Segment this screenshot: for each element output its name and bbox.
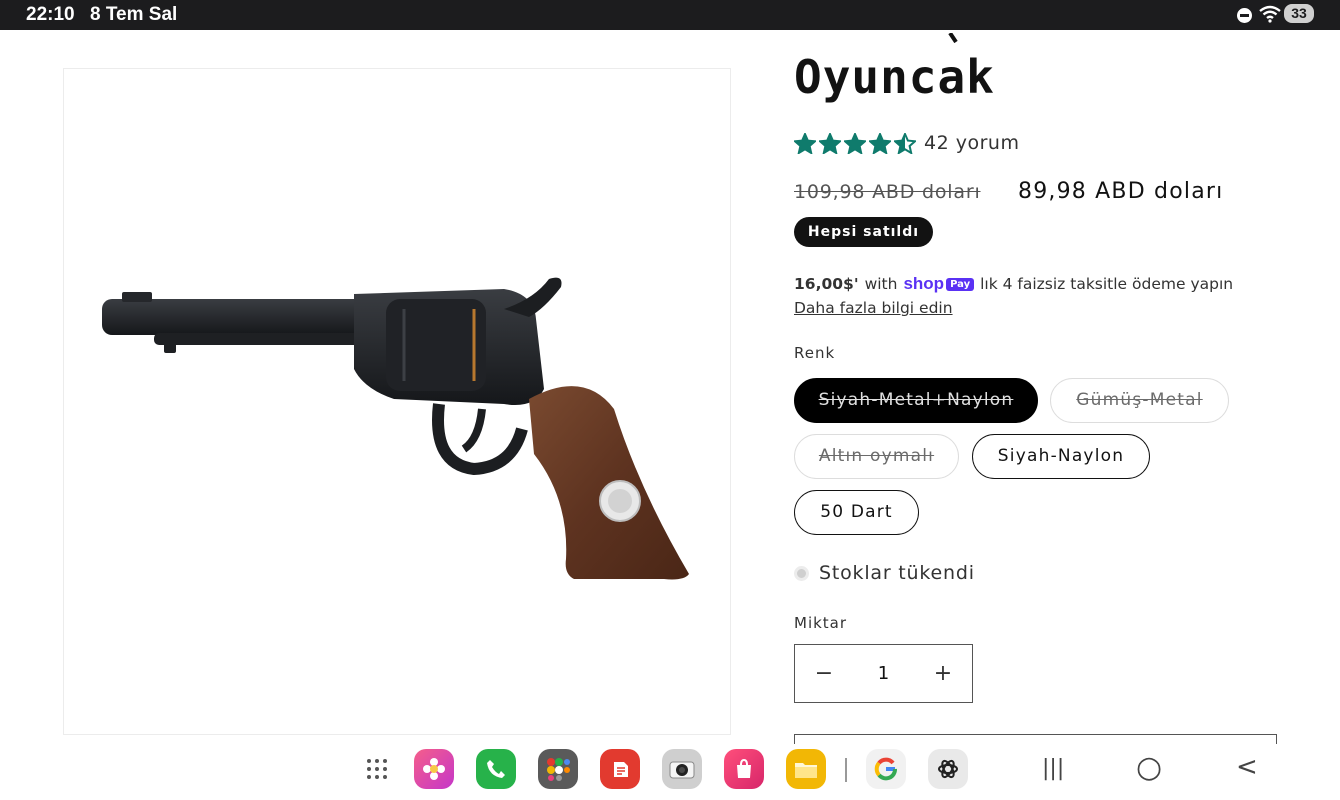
quantity-stepper: − 1 + — [794, 644, 973, 703]
files-icon[interactable] — [786, 749, 826, 789]
product-image[interactable] — [63, 68, 731, 735]
variant-gumus-metal[interactable]: Gümüş-Metal — [1050, 378, 1229, 423]
phone-icon[interactable] — [476, 749, 516, 789]
star-icon — [844, 132, 866, 154]
quantity-increase-button[interactable]: + — [914, 645, 972, 702]
product-title: Oyuncak — [794, 50, 995, 104]
sold-out-badge: Hepsi satıldı — [794, 217, 933, 247]
apps-grid-icon[interactable] — [357, 749, 397, 789]
shop-pay-brand: shop — [903, 274, 945, 293]
revolver-image — [102, 277, 689, 580]
notes-icon[interactable] — [600, 749, 640, 789]
chatgpt-icon[interactable] — [928, 749, 968, 789]
stock-status: Stoklar tükendi — [794, 562, 975, 584]
shop-pay-logo-icon: shop Pay — [903, 274, 975, 294]
home-button[interactable]: ○ — [1136, 750, 1162, 785]
product-rating[interactable]: 42 yorum — [794, 130, 1019, 156]
installment-with: with — [864, 275, 898, 293]
star-icon — [794, 132, 816, 154]
title-previous-line-fragment — [940, 28, 970, 44]
sale-price: 89,98 ABD doları — [1018, 179, 1224, 204]
gallery-icon[interactable] — [414, 749, 454, 789]
quantity-input[interactable]: 1 — [853, 645, 914, 702]
dock-separator — [845, 758, 847, 782]
camera-icon[interactable] — [662, 749, 702, 789]
rating-stars — [794, 132, 916, 154]
variant-siyah-naylon[interactable]: Siyah-Naylon — [972, 434, 1150, 479]
regular-price: 109,98 ABD doları — [794, 181, 981, 203]
taskbar: ||| ○ < — [0, 744, 1340, 800]
installment-text: lık 4 faizsiz taksitle ödeme yapın — [980, 275, 1234, 293]
status-date: 8 Tem Sal — [90, 4, 178, 25]
variant-siyah-metal-naylon[interactable]: Siyah-Metal+Naylon — [794, 378, 1038, 423]
folder-apps-icon[interactable] — [538, 749, 578, 789]
shop-pay-installments: 16,00$' with shop Pay lık 4 faizsiz taks… — [794, 274, 1233, 294]
battery-indicator: 33 — [1284, 4, 1314, 23]
quantity-label: Miktar — [794, 614, 848, 632]
quantity-decrease-button[interactable]: − — [795, 645, 853, 702]
color-label: Renk — [794, 344, 836, 362]
wifi-icon — [1259, 5, 1281, 29]
variant-50-dart[interactable]: 50 Dart — [794, 490, 919, 535]
variant-altin-oymali[interactable]: Altın oymalı — [794, 434, 959, 479]
google-icon[interactable] — [866, 749, 906, 789]
learn-more-link[interactable]: Daha fazla bilgi edin — [794, 299, 953, 317]
stock-dot-icon — [794, 565, 809, 581]
review-count[interactable]: 42 yorum — [924, 132, 1019, 154]
stock-status-text: Stoklar tükendi — [819, 562, 975, 584]
do-not-disturb-icon — [1237, 8, 1252, 23]
star-icon — [819, 132, 841, 154]
installment-amount: 16,00$' — [794, 275, 859, 293]
star-icon — [894, 132, 916, 154]
store-icon[interactable] — [724, 749, 764, 789]
status-time: 22:10 — [26, 4, 75, 25]
status-bar: 22:10 8 Tem Sal 33 — [0, 0, 1340, 30]
add-to-cart-button-partial[interactable] — [794, 734, 1277, 744]
recents-button[interactable]: ||| — [1042, 756, 1064, 781]
back-button[interactable]: < — [1236, 752, 1258, 782]
star-icon — [869, 132, 891, 154]
shop-pay-chip: Pay — [946, 277, 975, 291]
